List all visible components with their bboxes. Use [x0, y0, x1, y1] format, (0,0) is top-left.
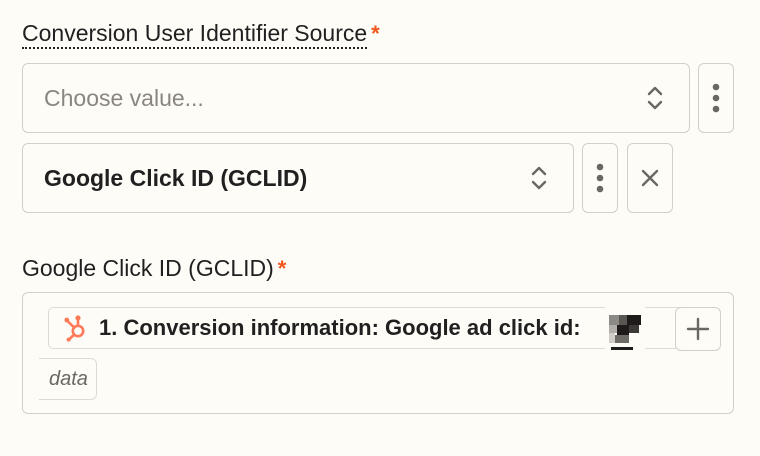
choose-value-placeholder: Choose value...	[44, 84, 204, 111]
chevron-updown-icon	[647, 86, 663, 110]
more-options-button[interactable]	[698, 63, 734, 133]
plus-icon	[686, 317, 710, 341]
required-asterisk: *	[277, 256, 287, 281]
more-vertical-icon	[712, 83, 720, 113]
gclid-input[interactable]: 1. Conversion information: Google ad cli…	[22, 292, 734, 414]
chevron-updown-icon	[531, 166, 547, 190]
choose-value-select[interactable]: Choose value...	[22, 63, 690, 133]
hubspot-icon	[64, 315, 85, 342]
gclid-field-label: Google Click ID (GCLID) *	[22, 253, 286, 284]
close-icon	[641, 169, 659, 187]
add-button[interactable]	[675, 307, 721, 351]
redacted-value-image	[605, 297, 645, 353]
mapped-field-pill-text: 1. Conversion information: Google ad cli…	[99, 315, 581, 340]
source-field-label: Conversion User Identifier Source *	[22, 18, 380, 49]
selected-value: Google Click ID (GCLID)	[44, 164, 308, 191]
remove-value-button[interactable]	[627, 143, 673, 213]
more-vertical-icon	[596, 163, 604, 193]
source-field-label-text: Conversion User Identifier Source	[22, 20, 368, 49]
gclid-field-label-text: Google Click ID (GCLID)	[22, 255, 274, 281]
required-asterisk: *	[371, 21, 380, 46]
identifier-source-select[interactable]: Google Click ID (GCLID)	[22, 143, 574, 213]
more-options-button[interactable]	[582, 143, 618, 213]
data-pill[interactable]: data	[39, 358, 97, 400]
